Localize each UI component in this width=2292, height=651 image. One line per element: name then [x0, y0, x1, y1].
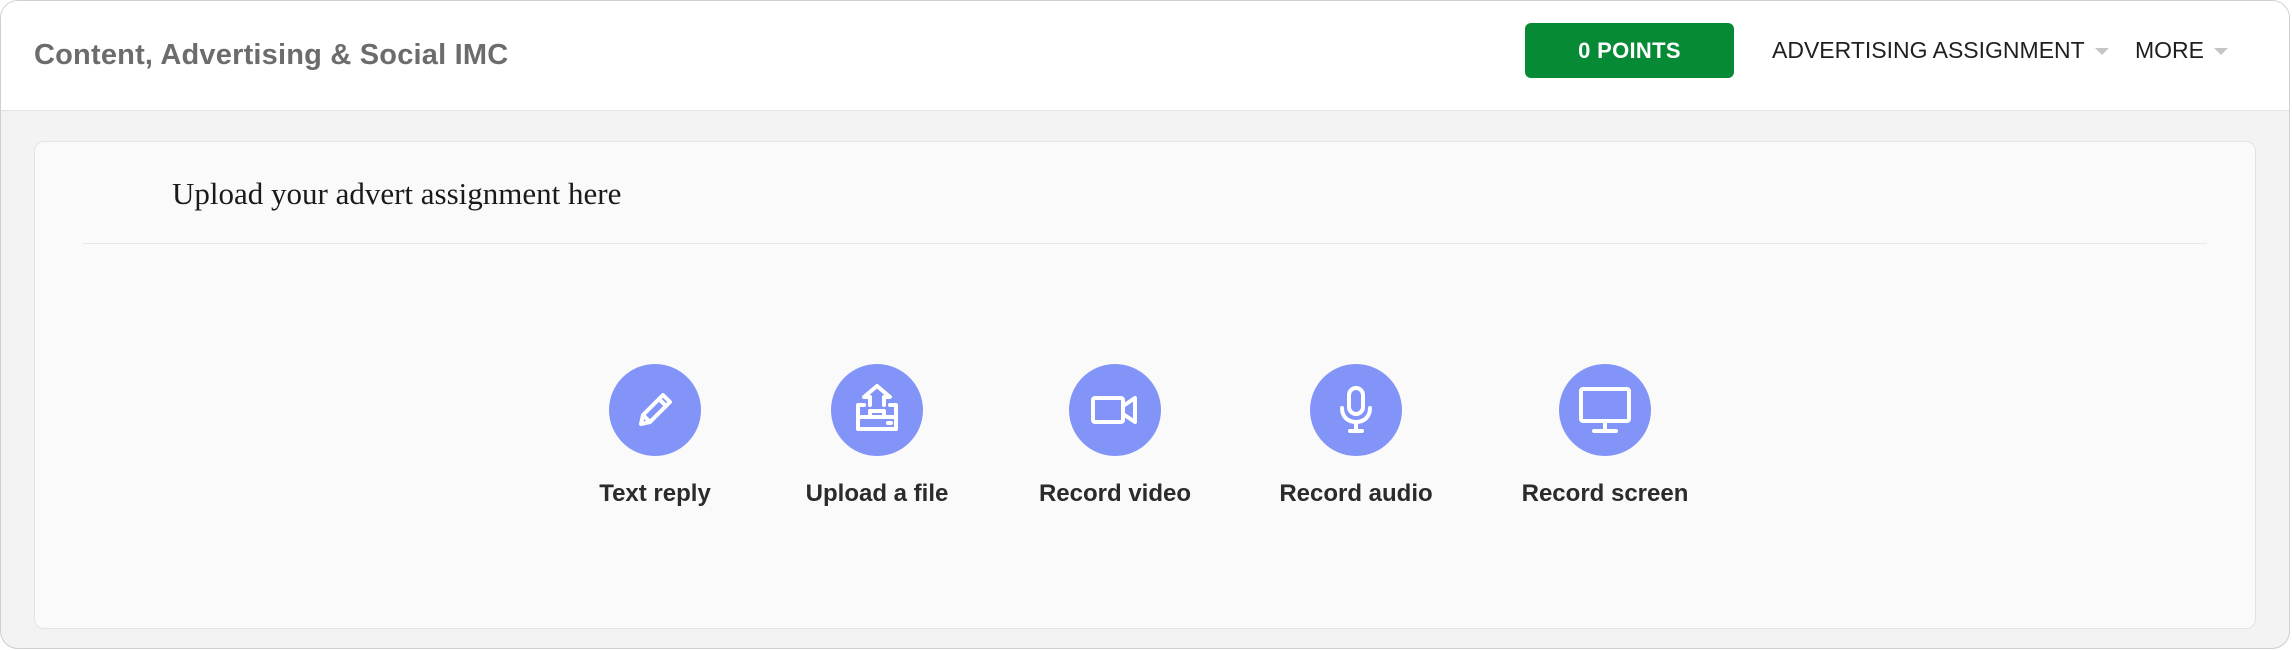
- upload-tray-icon: [831, 364, 923, 456]
- app-window: Content, Advertising & Social IMC 0 POIN…: [0, 0, 2290, 649]
- nav-more[interactable]: MORE: [2135, 37, 2228, 64]
- record-video-label: Record video: [1038, 480, 1192, 507]
- assignment-heading: Upload your advert assignment here: [172, 176, 622, 211]
- nav-more-label: MORE: [2135, 37, 2204, 63]
- caret-down-icon: [2094, 48, 2109, 55]
- caret-down-icon: [2214, 48, 2228, 55]
- record-screen-label: Record screen: [1521, 480, 1689, 507]
- points-button[interactable]: 0 POINTS: [1525, 23, 1734, 78]
- nav-advertising-assignment-label: ADVERTISING ASSIGNMENT: [1772, 37, 2085, 63]
- submission-options: Text reply Upload a file Record video Re…: [35, 364, 2255, 514]
- record-audio-label: Record audio: [1279, 480, 1433, 507]
- microphone-icon: [1310, 364, 1402, 456]
- record-audio-button[interactable]: Record audio: [1246, 364, 1466, 508]
- nav-advertising-assignment[interactable]: ADVERTISING ASSIGNMENT: [1772, 37, 2109, 64]
- monitor-icon: [1559, 364, 1651, 456]
- upload-file-button[interactable]: Upload a file: [767, 364, 987, 508]
- text-reply-label: Text reply: [599, 480, 711, 507]
- record-screen-button[interactable]: Record screen: [1495, 364, 1715, 508]
- pencil-icon: [609, 364, 701, 456]
- assignment-card: Upload your advert assignment here Text …: [34, 141, 2256, 629]
- top-bar: Content, Advertising & Social IMC 0 POIN…: [1, 1, 2289, 111]
- record-video-button[interactable]: Record video: [1005, 364, 1225, 508]
- upload-file-label: Upload a file: [805, 480, 949, 507]
- video-camera-icon: [1069, 364, 1161, 456]
- text-reply-button[interactable]: Text reply: [545, 364, 765, 508]
- course-title[interactable]: Content, Advertising & Social IMC: [34, 39, 508, 72]
- divider: [83, 243, 2207, 244]
